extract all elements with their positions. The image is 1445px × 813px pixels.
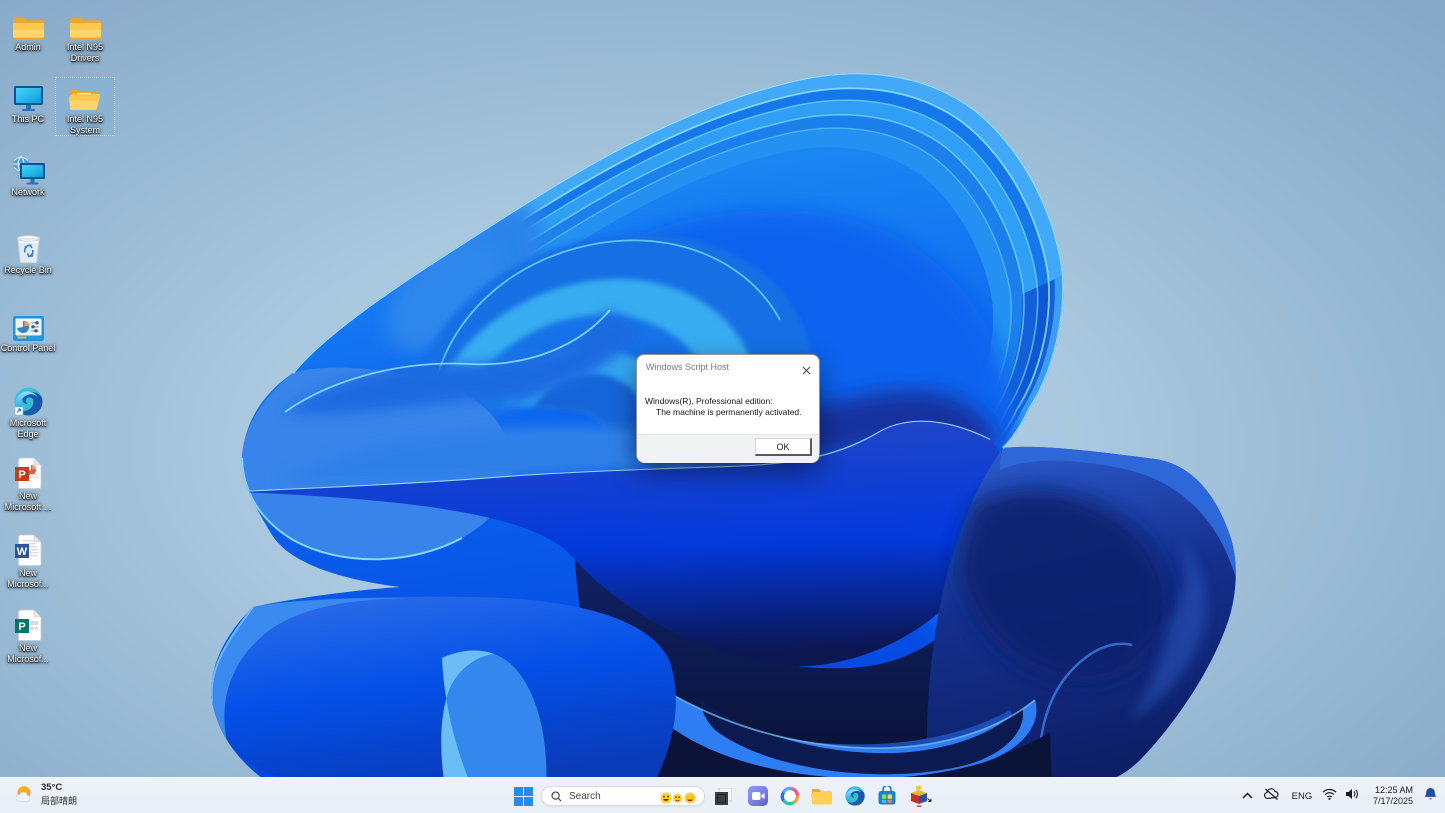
svg-text:W: W bbox=[16, 546, 27, 558]
svg-text:P: P bbox=[18, 469, 25, 481]
svg-text:P: P bbox=[18, 621, 25, 633]
